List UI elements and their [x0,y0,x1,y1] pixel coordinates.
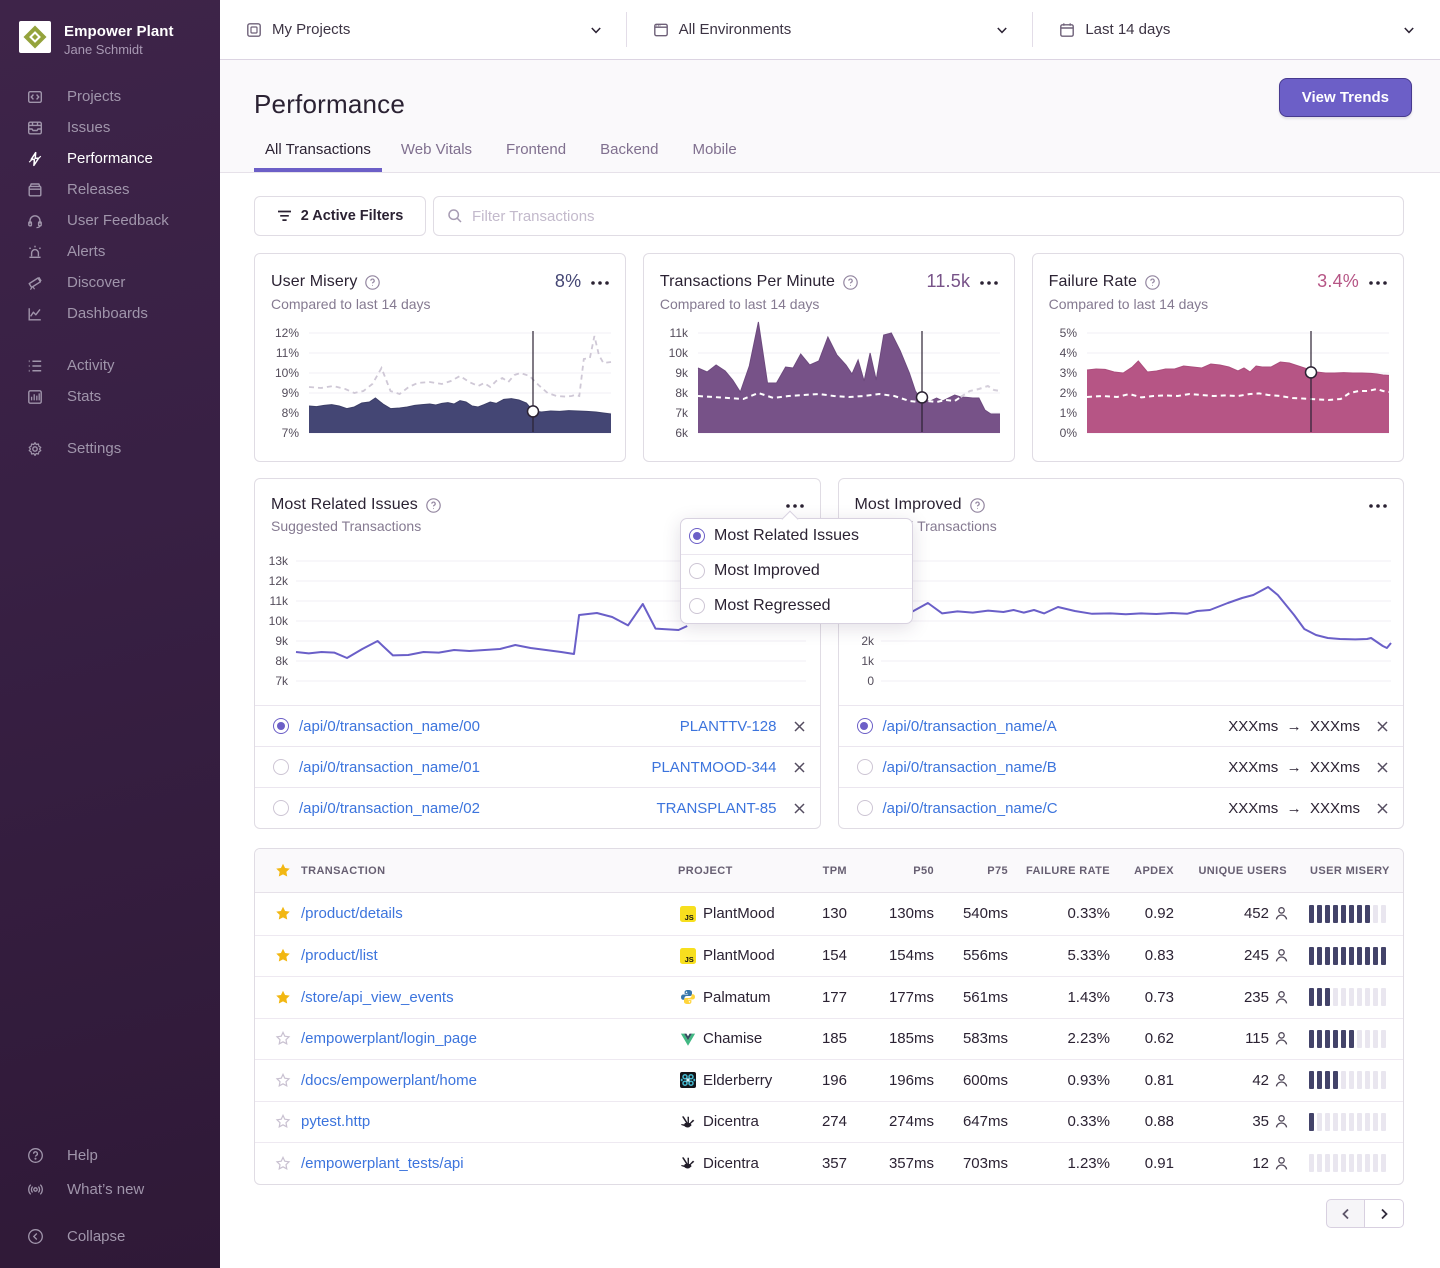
svg-text:13k: 13k [269,554,289,568]
svg-text:JS: JS [685,955,694,964]
svg-text:2k: 2k [861,634,875,648]
svg-text:10k: 10k [269,614,289,628]
svg-text:1%: 1% [1059,406,1077,420]
svg-text:12%: 12% [275,326,299,340]
svg-text:4%: 4% [1059,346,1077,360]
svg-text:3%: 3% [1059,366,1077,380]
svg-text:0%: 0% [1059,426,1077,440]
svg-text:7k: 7k [675,406,689,420]
svg-text:12k: 12k [269,574,289,588]
svg-text:0: 0 [867,674,874,688]
svg-text:7k: 7k [275,674,289,688]
svg-text:9k: 9k [275,634,289,648]
svg-text:2%: 2% [1059,386,1077,400]
svg-text:6k: 6k [675,426,689,440]
svg-text:JS: JS [685,913,694,922]
svg-text:8k: 8k [275,654,289,668]
svg-text:8k: 8k [675,386,689,400]
svg-text:10k: 10k [668,346,688,360]
svg-text:5%: 5% [1059,326,1077,340]
svg-text:10%: 10% [275,366,299,380]
svg-text:11k: 11k [669,326,688,340]
svg-text:1k: 1k [861,654,875,668]
svg-text:9k: 9k [675,366,689,380]
svg-text:8%: 8% [282,406,300,420]
svg-text:11k: 11k [270,594,289,608]
svg-text:9%: 9% [282,386,300,400]
svg-text:11%: 11% [276,346,299,360]
svg-text:7%: 7% [282,426,300,440]
